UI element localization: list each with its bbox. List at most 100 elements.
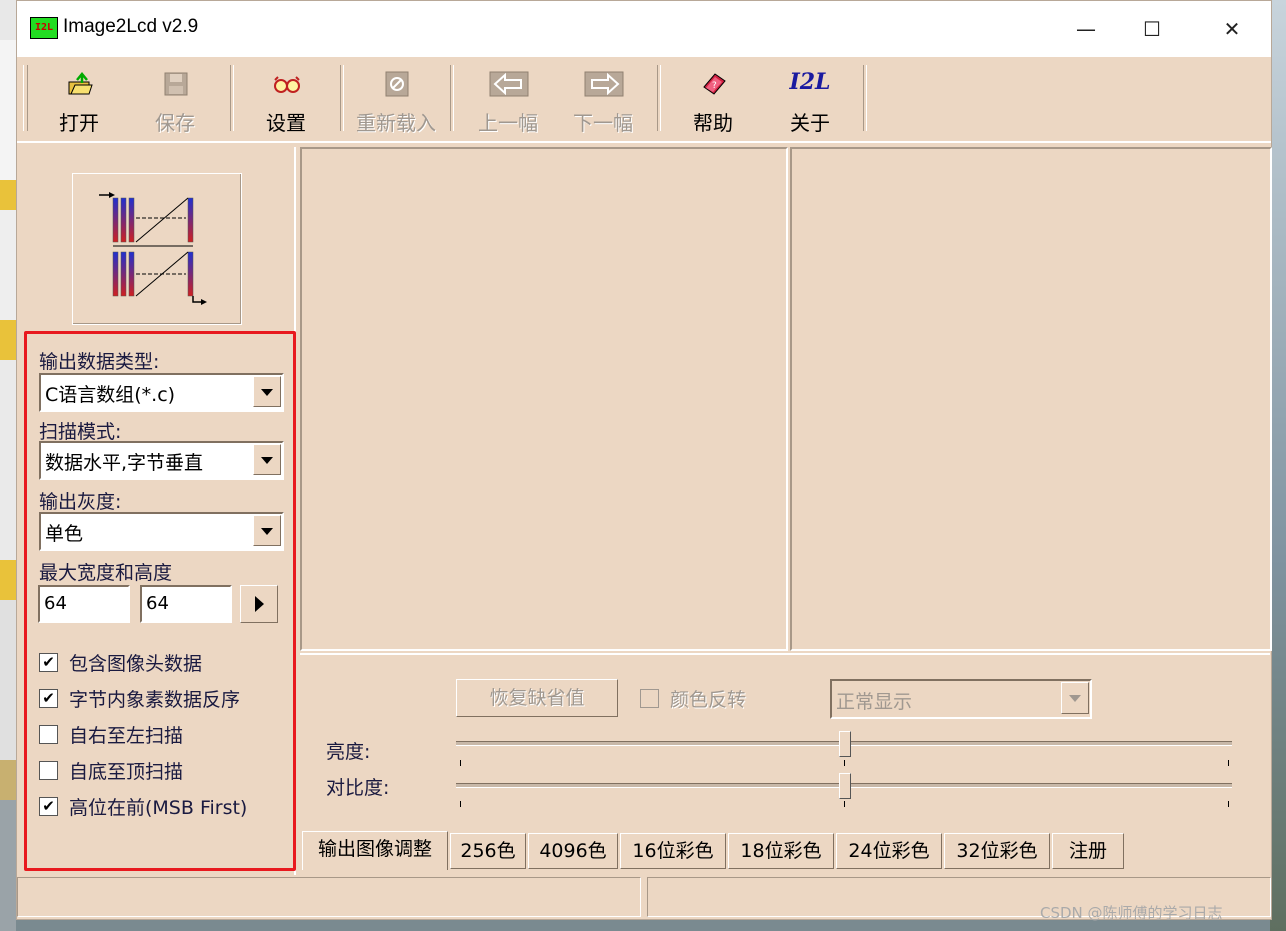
output-type-value: C语言数组(*.c): [45, 384, 176, 406]
arrow-right-icon: [584, 71, 624, 97]
option-checkbox-header[interactable]: ✔: [39, 653, 58, 672]
max-width-value: 64: [44, 593, 67, 614]
chevron-down-icon[interactable]: [253, 444, 281, 475]
tab-18bit-color[interactable]: 18位彩色: [728, 833, 834, 869]
about-button[interactable]: I2L 关于: [765, 65, 855, 135]
checkmark-icon: ✔: [42, 797, 55, 815]
app-window: I2L Image2Lcd v2.9 — ☐ ✕ 打开 保存 设置 重新载入 上…: [16, 0, 1272, 920]
checkmark-icon: ✔: [42, 689, 55, 707]
option-checkbox-right-to-left[interactable]: [39, 725, 58, 744]
option-label: 字节内象素数据反序: [69, 689, 241, 711]
option-label: 包含图像头数据: [69, 653, 203, 675]
source-image-pane[interactable]: [300, 147, 788, 651]
about-logo-icon: I2L: [789, 69, 831, 95]
prev-image-button[interactable]: 上一幅: [463, 65, 553, 135]
gray-level-label: 输出灰度:: [39, 491, 122, 513]
restore-defaults-button[interactable]: 恢复缺省值: [456, 679, 618, 717]
help-book-icon: ?: [703, 73, 726, 95]
invert-color-label: 颜色反转: [670, 689, 747, 711]
invert-color-checkbox[interactable]: [640, 689, 659, 708]
desktop-background-right: [1270, 0, 1286, 931]
option-checkbox-bottom-to-top[interactable]: [39, 761, 58, 780]
reload-label: 重新载入: [356, 111, 436, 135]
toolbar-grip[interactable]: [23, 65, 28, 131]
gray-level-select[interactable]: 单色: [39, 512, 284, 551]
settings-button[interactable]: 设置: [241, 65, 331, 135]
tab-32bit-color[interactable]: 32位彩色: [944, 833, 1050, 869]
help-label: 帮助: [693, 111, 733, 135]
next-label: 下一幅: [573, 111, 633, 135]
title-bar[interactable]: I2L Image2Lcd v2.9 — ☐ ✕: [17, 1, 1271, 57]
max-width-input[interactable]: 64: [38, 585, 130, 623]
tab-24bit-color[interactable]: 24位彩色: [836, 833, 942, 869]
output-image-pane[interactable]: [790, 147, 1272, 651]
checkmark-icon: ✔: [42, 653, 55, 671]
tab-register[interactable]: 注册: [1052, 833, 1124, 869]
scan-mode-value: 数据水平,字节垂直: [45, 452, 204, 474]
apply-size-button[interactable]: [240, 585, 278, 623]
slider-tick: [844, 760, 845, 766]
reload-button[interactable]: 重新载入: [351, 65, 441, 135]
slider-tick: [1228, 760, 1229, 766]
close-button[interactable]: ✕: [1197, 1, 1267, 57]
maximize-button[interactable]: ☐: [1117, 1, 1187, 57]
desktop-background-left: [0, 0, 16, 931]
option-checkbox-msb-first[interactable]: ✔: [39, 797, 58, 816]
slider-tick: [460, 760, 461, 766]
display-mode-select[interactable]: 正常显示: [830, 679, 1092, 719]
contrast-label: 对比度:: [326, 777, 390, 799]
scan-mode-diagram: [72, 173, 242, 325]
option-label: 高位在前(MSB First): [69, 797, 248, 819]
help-button[interactable]: ? 帮助: [668, 65, 758, 135]
window-title: Image2Lcd v2.9: [63, 16, 199, 37]
settings-label: 设置: [266, 111, 306, 135]
slider-tick: [1228, 801, 1229, 807]
open-button[interactable]: 打开: [34, 65, 124, 135]
reload-icon: [385, 71, 409, 97]
tab-4096-color[interactable]: 4096色: [528, 833, 618, 869]
output-type-label: 输出数据类型:: [39, 351, 160, 373]
tab-256-color[interactable]: 256色: [450, 833, 526, 869]
max-size-label: 最大宽度和高度: [39, 562, 173, 584]
output-type-select[interactable]: C语言数组(*.c): [39, 373, 284, 412]
tab-output-adjust[interactable]: 输出图像调整: [302, 831, 448, 870]
display-mode-value: 正常显示: [836, 691, 913, 713]
watermark-text: CSDN @陈师傅的学习日志: [1040, 904, 1223, 922]
toolbar-separator: [450, 65, 454, 131]
next-image-button[interactable]: 下一幅: [558, 65, 648, 135]
save-button[interactable]: 保存: [130, 65, 220, 135]
save-label: 保存: [155, 111, 195, 135]
app-icon: I2L: [30, 17, 58, 39]
option-checkbox-reverse[interactable]: ✔: [39, 689, 58, 708]
save-disk-icon: [164, 72, 188, 96]
toolbar-separator: [230, 65, 234, 131]
glasses-icon: [274, 76, 300, 93]
open-label: 打开: [59, 111, 99, 135]
open-folder-icon: [68, 72, 93, 95]
contrast-slider-thumb[interactable]: [839, 773, 851, 799]
scan-mode-select[interactable]: 数据水平,字节垂直: [39, 441, 284, 480]
toolbar-separator: [340, 65, 344, 131]
svg-text:?: ?: [712, 81, 717, 91]
brightness-label: 亮度:: [326, 741, 371, 763]
prev-label: 上一幅: [478, 111, 538, 135]
option-label: 自底至顶扫描: [69, 761, 184, 783]
toolbar: 打开 保存 设置 重新载入 上一幅 下一幅 ? 帮助 I2L 关于: [17, 57, 1271, 143]
max-height-input[interactable]: 64: [140, 585, 232, 623]
chevron-down-icon[interactable]: [253, 515, 281, 546]
scan-mode-label: 扫描模式:: [39, 421, 122, 443]
minimize-button[interactable]: —: [1051, 1, 1121, 57]
tab-16bit-color[interactable]: 16位彩色: [620, 833, 726, 869]
image-adjust-panel: 恢复缺省值 颜色反转 正常显示 亮度: 对比度:: [300, 653, 1270, 833]
gray-level-value: 单色: [45, 523, 84, 545]
toolbar-separator: [657, 65, 661, 131]
status-panel-left: [17, 877, 641, 917]
brightness-slider-thumb[interactable]: [839, 731, 851, 757]
toolbar-separator: [863, 65, 867, 131]
chevron-down-icon[interactable]: [1061, 682, 1089, 714]
slider-tick: [460, 801, 461, 807]
scan-diagram-icon: [99, 192, 207, 305]
option-label: 自右至左扫描: [69, 725, 184, 747]
chevron-down-icon[interactable]: [253, 376, 281, 407]
slider-tick: [844, 801, 845, 807]
